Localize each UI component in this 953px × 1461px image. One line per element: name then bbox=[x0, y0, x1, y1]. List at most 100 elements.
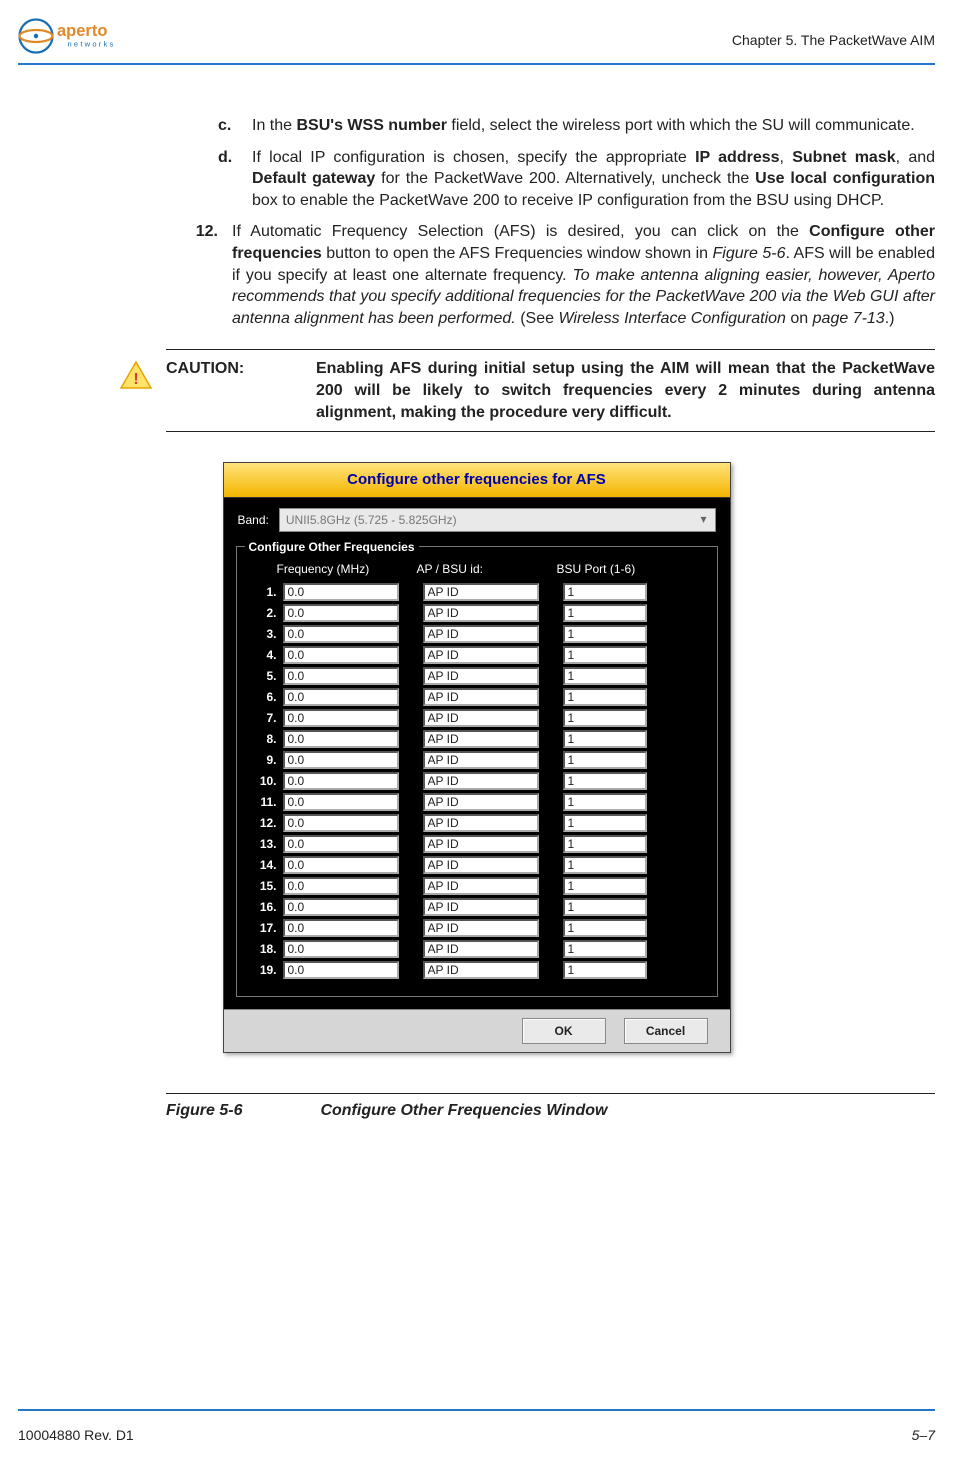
bsu-port-input[interactable] bbox=[563, 793, 647, 811]
list-marker: c. bbox=[218, 115, 252, 137]
caution-block: ! CAUTION: Enabling AFS during initial s… bbox=[166, 349, 935, 432]
bsu-port-input[interactable] bbox=[563, 814, 647, 832]
caution-icon: ! bbox=[119, 360, 153, 390]
afs-row-index: 17. bbox=[247, 920, 283, 936]
ap-bsu-id-input[interactable] bbox=[423, 856, 539, 874]
bsu-port-input[interactable] bbox=[563, 772, 647, 790]
afs-row: 9. bbox=[247, 751, 707, 769]
afs-rows-container: 1.2.3.4.5.6.7.8.9.10.11.12.13.14.15.16.1… bbox=[247, 583, 707, 979]
frequency-input[interactable] bbox=[283, 709, 399, 727]
bsu-port-input[interactable] bbox=[563, 835, 647, 853]
caution-text: Enabling AFS during initial setup using … bbox=[316, 358, 935, 423]
bsu-port-input[interactable] bbox=[563, 667, 647, 685]
list-marker: 12. bbox=[172, 221, 232, 329]
frequency-input[interactable] bbox=[283, 814, 399, 832]
header-rule bbox=[18, 63, 935, 65]
ap-bsu-id-input[interactable] bbox=[423, 646, 539, 664]
frequency-input[interactable] bbox=[283, 940, 399, 958]
frequency-input[interactable] bbox=[283, 730, 399, 748]
frequency-input[interactable] bbox=[283, 604, 399, 622]
page-footer: 10004880 Rev. D1 5–7 bbox=[18, 1427, 935, 1443]
ap-bsu-id-input[interactable] bbox=[423, 772, 539, 790]
cancel-button[interactable]: Cancel bbox=[624, 1018, 708, 1044]
bsu-port-input[interactable] bbox=[563, 646, 647, 664]
ap-bsu-id-input[interactable] bbox=[423, 877, 539, 895]
bsu-port-input[interactable] bbox=[563, 730, 647, 748]
bsu-port-input[interactable] bbox=[563, 877, 647, 895]
afs-row: 18. bbox=[247, 940, 707, 958]
bsu-port-input[interactable] bbox=[563, 940, 647, 958]
ap-bsu-id-input[interactable] bbox=[423, 961, 539, 979]
frequency-input[interactable] bbox=[283, 688, 399, 706]
ap-bsu-id-input[interactable] bbox=[423, 793, 539, 811]
ap-bsu-id-input[interactable] bbox=[423, 709, 539, 727]
ap-bsu-id-input[interactable] bbox=[423, 919, 539, 937]
afs-row-index: 1. bbox=[247, 584, 283, 600]
frequency-input[interactable] bbox=[283, 835, 399, 853]
ap-bsu-id-input[interactable] bbox=[423, 688, 539, 706]
afs-dialog-window: Configure other frequencies for AFS Band… bbox=[223, 462, 731, 1053]
afs-row: 14. bbox=[247, 856, 707, 874]
ap-bsu-id-input[interactable] bbox=[423, 625, 539, 643]
frequency-input[interactable] bbox=[283, 919, 399, 937]
frequency-input[interactable] bbox=[283, 793, 399, 811]
ap-bsu-id-input[interactable] bbox=[423, 583, 539, 601]
doc-revision: 10004880 Rev. D1 bbox=[18, 1427, 134, 1443]
afs-dialog-title: Configure other frequencies for AFS bbox=[224, 463, 730, 498]
bsu-port-input[interactable] bbox=[563, 625, 647, 643]
bsu-port-input[interactable] bbox=[563, 604, 647, 622]
ap-bsu-id-input[interactable] bbox=[423, 730, 539, 748]
afs-column-headers: Frequency (MHz) AP / BSU id: BSU Port (1… bbox=[277, 561, 707, 577]
ok-button[interactable]: OK bbox=[522, 1018, 606, 1044]
bsu-port-input[interactable] bbox=[563, 898, 647, 916]
frequency-input[interactable] bbox=[283, 625, 399, 643]
bsu-port-input[interactable] bbox=[563, 961, 647, 979]
aperto-logo-icon: aperto networks bbox=[18, 18, 138, 54]
ap-bsu-id-input[interactable] bbox=[423, 604, 539, 622]
afs-row-index: 5. bbox=[247, 668, 283, 684]
ap-bsu-id-input[interactable] bbox=[423, 814, 539, 832]
afs-row: 4. bbox=[247, 646, 707, 664]
frequency-input[interactable] bbox=[283, 961, 399, 979]
afs-row: 11. bbox=[247, 793, 707, 811]
col-header-frequency: Frequency (MHz) bbox=[277, 561, 417, 577]
frequency-input[interactable] bbox=[283, 646, 399, 664]
logo: aperto networks bbox=[18, 18, 138, 59]
afs-row-index: 14. bbox=[247, 857, 283, 873]
list-item-text: If Automatic Frequency Selection (AFS) i… bbox=[232, 221, 935, 329]
frequency-input[interactable] bbox=[283, 877, 399, 895]
figure-caption: Figure 5-6 Configure Other Frequencies W… bbox=[166, 1093, 935, 1122]
afs-row-index: 9. bbox=[247, 752, 283, 768]
ap-bsu-id-input[interactable] bbox=[423, 898, 539, 916]
figure-label: Figure 5-6 bbox=[166, 1100, 316, 1122]
bsu-port-input[interactable] bbox=[563, 583, 647, 601]
list-marker: d. bbox=[218, 147, 252, 212]
ap-bsu-id-input[interactable] bbox=[423, 835, 539, 853]
afs-group-box: Configure Other Frequencies Frequency (M… bbox=[236, 546, 718, 997]
frequency-input[interactable] bbox=[283, 856, 399, 874]
band-select[interactable]: UNII5.8GHz (5.725 - 5.825GHz) ▾ bbox=[279, 508, 716, 532]
afs-row-index: 10. bbox=[247, 773, 283, 789]
frequency-input[interactable] bbox=[283, 667, 399, 685]
frequency-input[interactable] bbox=[283, 772, 399, 790]
afs-row: 13. bbox=[247, 835, 707, 853]
svg-text:networks: networks bbox=[68, 40, 116, 49]
ap-bsu-id-input[interactable] bbox=[423, 667, 539, 685]
bsu-port-input[interactable] bbox=[563, 688, 647, 706]
frequency-input[interactable] bbox=[283, 898, 399, 916]
list-item-c: c. In the BSU's WSS number field, select… bbox=[218, 115, 935, 137]
bsu-port-input[interactable] bbox=[563, 919, 647, 937]
bsu-port-input[interactable] bbox=[563, 856, 647, 874]
afs-row: 3. bbox=[247, 625, 707, 643]
ap-bsu-id-input[interactable] bbox=[423, 940, 539, 958]
afs-row-index: 13. bbox=[247, 836, 283, 852]
frequency-input[interactable] bbox=[283, 751, 399, 769]
frequency-input[interactable] bbox=[283, 583, 399, 601]
list-item-d: d. If local IP configuration is chosen, … bbox=[218, 147, 935, 212]
figure-caption-text: Configure Other Frequencies Window bbox=[320, 1102, 607, 1119]
bsu-port-input[interactable] bbox=[563, 751, 647, 769]
chevron-down-icon: ▾ bbox=[697, 512, 711, 526]
afs-row-index: 7. bbox=[247, 710, 283, 726]
ap-bsu-id-input[interactable] bbox=[423, 751, 539, 769]
bsu-port-input[interactable] bbox=[563, 709, 647, 727]
